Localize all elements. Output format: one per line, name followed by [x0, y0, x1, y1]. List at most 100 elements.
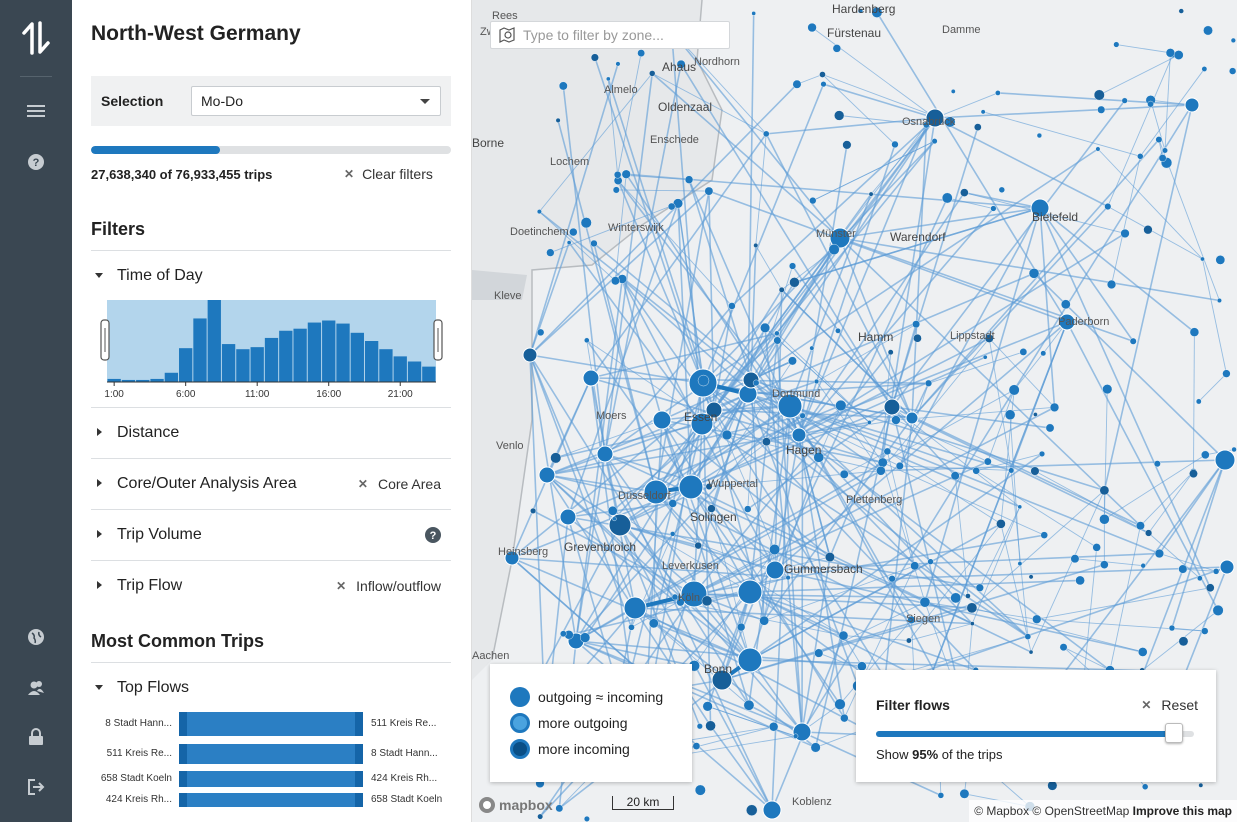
zone-node[interactable]	[584, 337, 590, 344]
filter-trip-flow[interactable]: Trip Flow ✕ Inflow/outflow	[91, 561, 451, 611]
zone-node[interactable]	[652, 410, 672, 430]
reset-button[interactable]: ✕ Reset	[1141, 697, 1198, 713]
zone-node[interactable]	[785, 575, 791, 581]
zone-node[interactable]	[1165, 48, 1176, 58]
zone-node[interactable]	[912, 320, 921, 329]
zone-node[interactable]	[1201, 66, 1208, 72]
zone-node[interactable]	[1017, 561, 1023, 566]
close-icon[interactable]: ✕	[358, 477, 368, 491]
zone-node[interactable]	[1162, 147, 1168, 154]
zone-node[interactable]	[990, 205, 997, 212]
zone-node[interactable]	[1092, 543, 1101, 552]
zone-node[interactable]	[583, 815, 590, 822]
zone-node[interactable]	[1040, 350, 1047, 357]
zone-node[interactable]	[1184, 97, 1200, 113]
zone-node[interactable]	[1189, 469, 1198, 479]
logo-icon[interactable]	[20, 20, 52, 56]
zone-node[interactable]	[550, 452, 562, 464]
zone-node[interactable]	[778, 286, 785, 293]
zone-node[interactable]	[580, 217, 592, 229]
zone-node[interactable]	[1047, 780, 1058, 791]
zone-node[interactable]	[555, 117, 561, 123]
zone-node[interactable]	[1219, 559, 1235, 575]
zone-node[interactable]	[1143, 225, 1153, 235]
help-icon[interactable]: ?	[425, 527, 441, 543]
zone-node[interactable]	[752, 379, 760, 387]
zone-node[interactable]	[569, 227, 578, 237]
zone-node[interactable]	[1222, 369, 1231, 378]
zone-node[interactable]	[998, 186, 1005, 193]
zone-node[interactable]	[924, 379, 933, 387]
top-flow-row[interactable]: 424 Kreis Rh... 658 Stadt Koeln	[72, 793, 471, 807]
zone-node[interactable]	[637, 49, 646, 57]
zone-node[interactable]	[1201, 450, 1210, 460]
mapbox-logo[interactable]: mapbox	[478, 796, 553, 814]
zone-node[interactable]	[1024, 633, 1032, 640]
zone-node[interactable]	[1049, 402, 1060, 412]
zone-node[interactable]	[769, 544, 781, 555]
zone-node[interactable]	[1100, 560, 1109, 569]
top-flows-toggle[interactable]: Top Flows	[91, 663, 451, 713]
zone-node[interactable]	[891, 140, 899, 149]
zone-node[interactable]	[1059, 643, 1068, 652]
zone-node[interactable]	[927, 558, 934, 565]
zone-node[interactable]	[607, 505, 618, 516]
zone-node[interactable]	[1155, 136, 1163, 143]
zone-node[interactable]	[972, 467, 980, 475]
zone-node[interactable]	[670, 531, 676, 537]
zone-node[interactable]	[649, 70, 656, 77]
zone-node[interactable]	[760, 322, 771, 333]
zone-node[interactable]	[538, 466, 556, 484]
zone-node[interactable]	[773, 336, 782, 345]
zone-node[interactable]	[537, 813, 544, 820]
zone-node[interactable]	[1178, 564, 1188, 574]
zone-node[interactable]	[1045, 423, 1055, 433]
zone-node[interactable]	[774, 330, 780, 336]
improve-map-link[interactable]: Improve this map	[1133, 804, 1232, 818]
zone-node[interactable]	[820, 81, 827, 88]
zone-node[interactable]	[1147, 100, 1154, 108]
zone-node[interactable]	[906, 637, 912, 644]
zone-node[interactable]	[819, 71, 826, 78]
zone-node[interactable]	[799, 412, 806, 419]
zone-node[interactable]	[807, 22, 817, 33]
flow-slider[interactable]	[876, 723, 1194, 743]
zone-node[interactable]	[937, 792, 945, 799]
zone-node[interactable]	[580, 632, 591, 643]
inflow-outflow-chip[interactable]: ✕ Inflow/outflow	[336, 578, 441, 594]
zone-node[interactable]	[913, 333, 922, 343]
top-flow-row[interactable]: 511 Kreis Re... 8 Stadt Hann...	[72, 744, 471, 764]
zone-node[interactable]	[1070, 554, 1080, 564]
zone-node[interactable]	[1097, 105, 1106, 114]
zone-node[interactable]	[1075, 575, 1085, 586]
filter-core-outer-area[interactable]: Core/Outer Analysis Area ✕ Core Area	[91, 459, 451, 509]
zone-node[interactable]	[667, 202, 676, 211]
zone-node[interactable]	[608, 513, 632, 537]
zone-node[interactable]	[768, 722, 779, 732]
zone-node[interactable]	[536, 328, 545, 337]
zone-node[interactable]	[1102, 384, 1113, 395]
zone-node[interactable]	[623, 596, 647, 620]
zone-node[interactable]	[1104, 202, 1112, 211]
zone-node[interactable]	[966, 602, 978, 614]
zone-node[interactable]	[1095, 146, 1101, 152]
zone-node[interactable]	[613, 171, 622, 179]
users-icon[interactable]	[24, 676, 48, 700]
zone-node[interactable]	[789, 277, 800, 288]
zone-node[interactable]	[809, 196, 817, 205]
zone-node[interactable]	[919, 596, 931, 608]
zone-node[interactable]	[888, 575, 896, 583]
zone-node[interactable]	[1136, 521, 1145, 531]
filter-distance[interactable]: Distance	[91, 408, 451, 458]
zone-node[interactable]	[737, 579, 763, 605]
zone-node[interactable]	[788, 356, 797, 366]
zone-node[interactable]	[765, 560, 785, 580]
zone-node[interactable]	[678, 474, 704, 500]
zone-node[interactable]	[582, 369, 600, 387]
zone-node[interactable]	[838, 630, 849, 641]
zone-node[interactable]	[1145, 529, 1153, 537]
zone-node[interactable]	[1008, 384, 1020, 396]
zone-node[interactable]	[1028, 268, 1040, 279]
filter-trip-volume[interactable]: Trip Volume ?	[91, 510, 451, 560]
zone-node[interactable]	[813, 378, 820, 385]
